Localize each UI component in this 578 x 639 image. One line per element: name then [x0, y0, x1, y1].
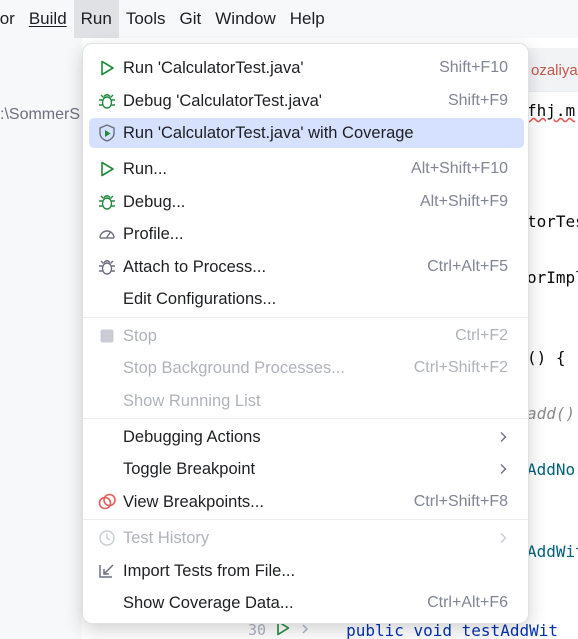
menu-refactor[interactable]: tor	[0, 0, 22, 38]
menu-item-run-with-coverage[interactable]: Run 'CalculatorTest.java' with Coverage	[89, 118, 524, 148]
menu-item-stop-background-processes[interactable]: Stop Background Processes... Ctrl+Shift+…	[89, 353, 524, 383]
attach-icon	[97, 257, 117, 277]
menu-item-run-file[interactable]: Run 'CalculatorTest.java' Shift+F10	[89, 53, 524, 83]
menu-item-debugging-actions[interactable]: Debugging Actions	[89, 422, 524, 452]
debug-icon	[97, 192, 117, 212]
menu-item-profile[interactable]: Profile...	[89, 219, 524, 249]
project-path-text: :\SommerS	[0, 106, 81, 123]
menu-separator	[83, 519, 528, 520]
menu-item-attach-to-process[interactable]: Attach to Process... Ctrl+Alt+F5	[89, 252, 524, 282]
code-line: orImpl	[527, 268, 578, 287]
menu-item-show-running-list[interactable]: Show Running List	[89, 386, 524, 416]
chevron-right-icon	[500, 533, 507, 543]
menu-item-debug-file[interactable]: Debug 'CalculatorTest.java' Shift+F9	[89, 86, 524, 116]
menu-tools[interactable]: Tools	[119, 0, 173, 38]
menu-run[interactable]: Run	[73, 0, 119, 38]
run-icon	[97, 159, 117, 179]
code-line: AddNor	[527, 460, 578, 479]
menu-item-debug-dialog[interactable]: Debug... Alt+Shift+F9	[89, 187, 524, 217]
menu-separator	[83, 418, 528, 419]
menu-bar: tor Build Run Tools Git Window Help	[0, 0, 578, 38]
menu-git[interactable]: Git	[173, 0, 209, 38]
debug-icon	[97, 91, 117, 111]
profile-icon	[97, 224, 117, 244]
menu-item-import-tests[interactable]: Import Tests from File...	[89, 556, 524, 586]
menu-item-show-coverage-data[interactable]: Show Coverage Data... Ctrl+Alt+F6	[89, 588, 524, 618]
menu-item-test-history[interactable]: Test History	[89, 523, 524, 553]
menu-item-toggle-breakpoint[interactable]: Toggle Breakpoint	[89, 454, 524, 484]
code-line: torTes	[527, 212, 578, 231]
breakpoints-icon	[97, 492, 117, 512]
menu-item-view-breakpoints[interactable]: View Breakpoints... Ctrl+Shift+F8	[89, 487, 524, 517]
code-line: add()	[527, 404, 576, 423]
history-icon	[97, 528, 117, 548]
run-icon	[97, 58, 117, 78]
menu-item-edit-configurations[interactable]: Edit Configurations...	[89, 284, 524, 314]
coverage-icon	[97, 123, 117, 143]
menu-help[interactable]: Help	[283, 0, 332, 38]
chevron-right-icon	[500, 464, 507, 474]
code-line: fhj.m	[527, 101, 576, 120]
code-line: () {	[527, 348, 566, 367]
run-menu-dropdown: Run 'CalculatorTest.java' Shift+F10 Debu…	[82, 43, 529, 624]
code-line: AddWit	[527, 542, 578, 561]
menu-separator	[83, 317, 528, 318]
stop-icon	[97, 326, 117, 346]
chevron-right-icon	[500, 432, 507, 442]
menu-build[interactable]: Build	[22, 0, 74, 38]
import-icon	[97, 561, 117, 581]
menu-item-stop[interactable]: Stop Ctrl+F2	[89, 321, 524, 351]
editor-tab-label[interactable]: ozaliya	[531, 62, 578, 79]
project-panel	[0, 38, 82, 639]
menu-item-run-dialog[interactable]: Run... Alt+Shift+F10	[89, 154, 524, 184]
menu-window[interactable]: Window	[208, 0, 282, 38]
